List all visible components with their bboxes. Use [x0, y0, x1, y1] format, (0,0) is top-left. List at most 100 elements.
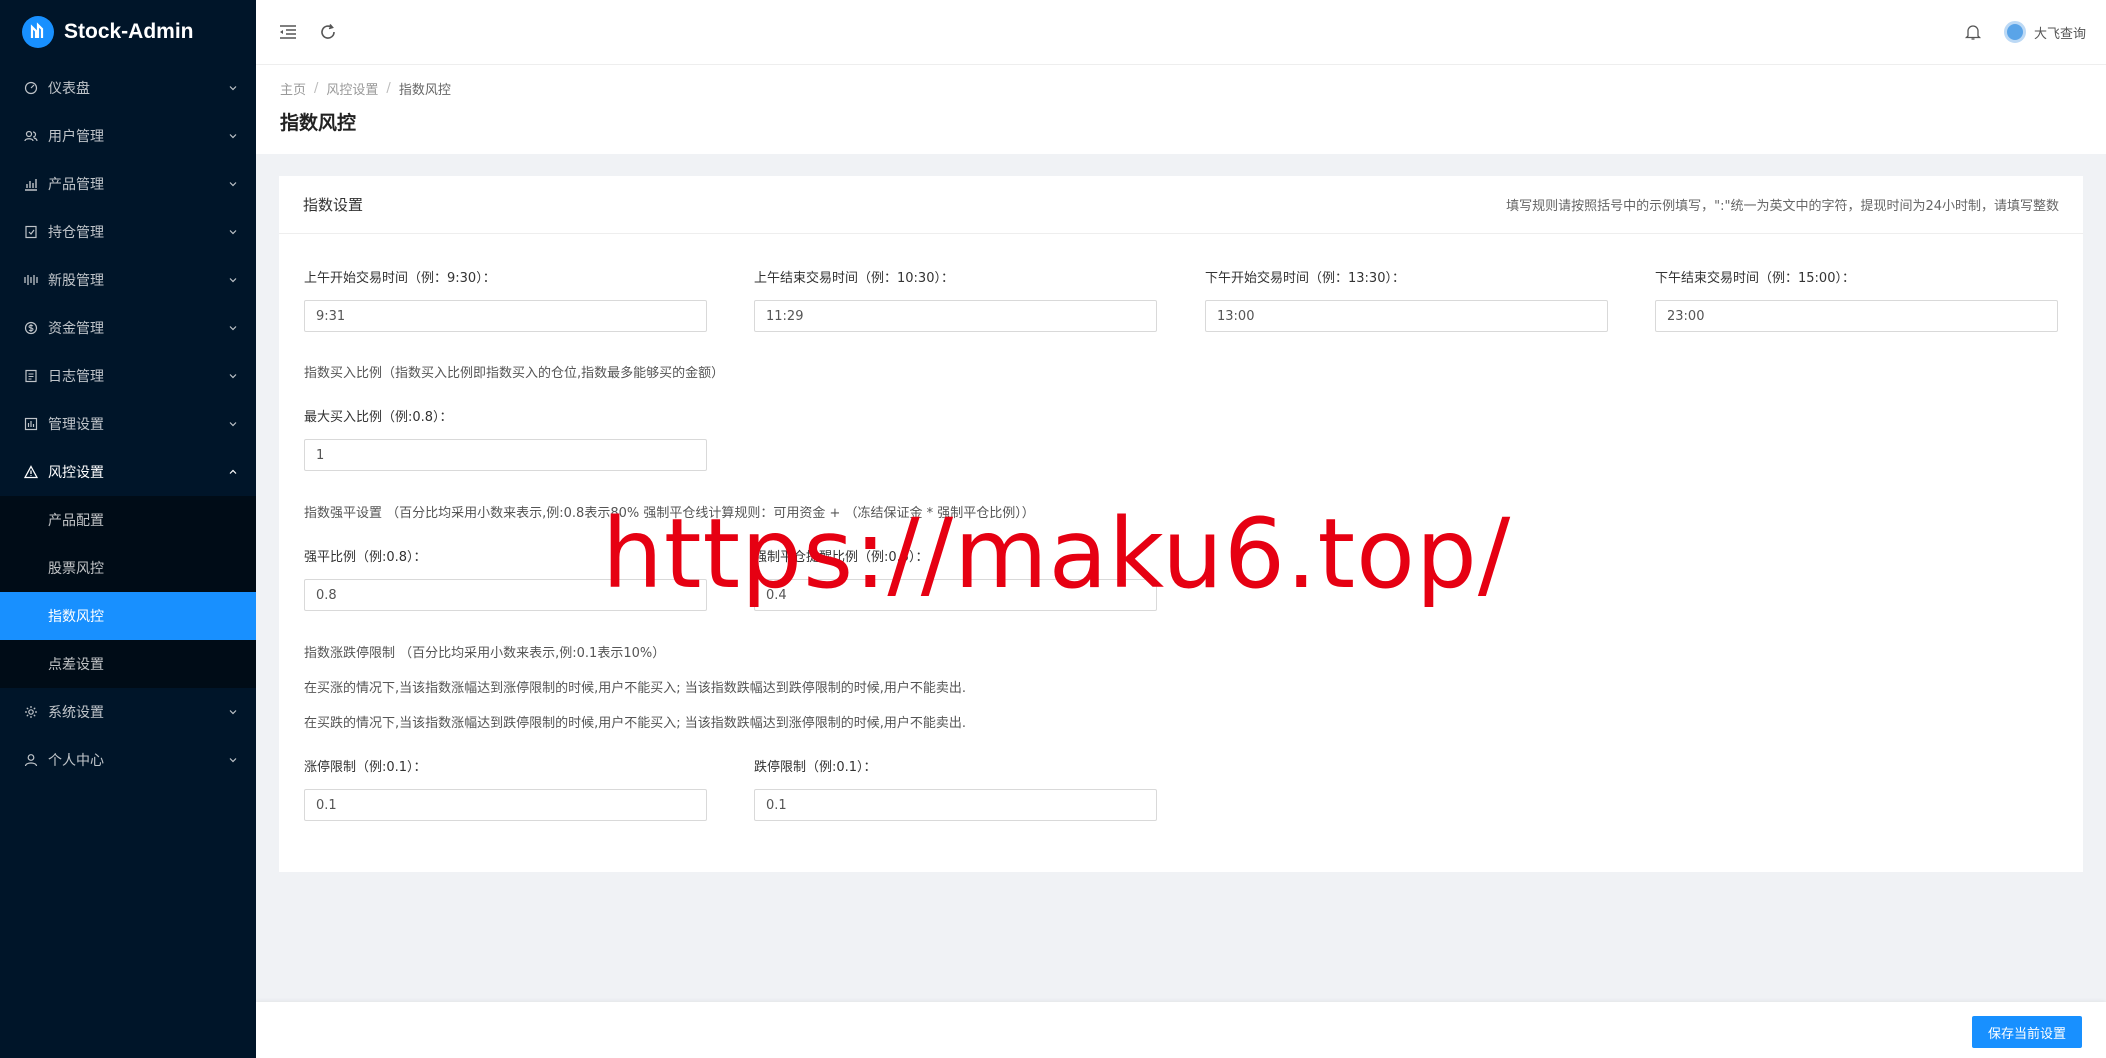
- page-title: 指数风控: [280, 112, 357, 134]
- am-end-input[interactable]: 11:29: [754, 300, 1157, 332]
- sidebar-item-dashboard[interactable]: 仪表盘: [0, 64, 256, 112]
- admin-settings-icon: [24, 417, 38, 431]
- force-ratio-input[interactable]: 0.8: [304, 579, 707, 611]
- breadcrumb: 主页 / 风控设置 / 指数风控: [280, 79, 2106, 98]
- sidebar-item-label: 管理设置: [48, 417, 104, 433]
- max-buy-label: 最大买入比例（例:0.8）：: [304, 410, 453, 425]
- app-title: Stock-Admin: [64, 20, 194, 43]
- chevron-down-icon: [228, 275, 238, 285]
- sidebar-item-label: 股票风控: [48, 561, 104, 577]
- am-end-label: 上午结束交易时间（例：10:30）：: [754, 271, 954, 286]
- sidebar-item-label: 产品管理: [48, 177, 104, 193]
- sidebar-item-risk-settings[interactable]: 风控设置: [0, 448, 256, 496]
- bar-chart-icon: [24, 177, 38, 191]
- force-warn-input[interactable]: 0.4: [754, 579, 1157, 611]
- sidebar-item-users[interactable]: 用户管理: [0, 112, 256, 160]
- sidebar-item-label: 系统设置: [48, 705, 104, 721]
- chevron-down-icon: [228, 707, 238, 717]
- limit-up-label: 涨停限制（例:0.1）：: [304, 760, 427, 775]
- sidebar-item-label: 日志管理: [48, 369, 104, 385]
- sidebar-item-holdings[interactable]: 持仓管理: [0, 208, 256, 256]
- user-name[interactable]: 大飞查询: [2034, 23, 2086, 42]
- chevron-down-icon: [228, 179, 238, 189]
- am-start-label: 上午开始交易时间（例：9:30）：: [304, 271, 496, 286]
- force-warn-label: 强制平仓提醒比例（例:0.5）：: [754, 550, 929, 565]
- pm-end-label: 下午结束交易时间（例：15:00）：: [1655, 271, 1855, 286]
- max-buy-input[interactable]: 1: [304, 439, 707, 471]
- money-icon: [24, 321, 38, 335]
- refresh-icon[interactable]: [318, 22, 338, 42]
- sidebar-item-label: 仪表盘: [48, 81, 90, 97]
- logo-icon: [22, 16, 54, 48]
- sidebar-item-label: 个人中心: [48, 753, 104, 769]
- sidebar-item-ipo[interactable]: 新股管理: [0, 256, 256, 304]
- sidebar-subitem-spread-settings[interactable]: 点差设置: [0, 640, 256, 688]
- chevron-down-icon: [228, 83, 238, 93]
- gear-icon: [24, 705, 38, 719]
- menu-fold-icon[interactable]: [278, 22, 298, 42]
- ipo-icon: [24, 273, 38, 287]
- chevron-down-icon: [228, 227, 238, 237]
- user-icon: [24, 753, 38, 767]
- limit-down-input[interactable]: 0.1: [754, 789, 1157, 821]
- am-start-input[interactable]: 9:31: [304, 300, 707, 332]
- force-close-hint: 指数强平设置 （百分比均采用小数来表示,例:0.8表示80% 强制平仓线计算规则…: [304, 506, 1035, 521]
- warning-icon: [24, 465, 38, 479]
- sidebar-subitem-product-config[interactable]: 产品配置: [0, 496, 256, 544]
- chevron-up-icon: [228, 467, 238, 477]
- sidebar-item-funds[interactable]: 资金管理: [0, 304, 256, 352]
- chevron-down-icon: [228, 323, 238, 333]
- pm-end-input[interactable]: 23:00: [1655, 300, 2058, 332]
- limit-down-label: 跌停限制（例:0.1）：: [754, 760, 877, 775]
- bell-icon[interactable]: [1964, 23, 1982, 41]
- sidebar-item-label: 资金管理: [48, 321, 104, 337]
- sidebar-item-products[interactable]: 产品管理: [0, 160, 256, 208]
- index-settings-card: 指数设置 填写规则请按照括号中的示例填写，":"统一为英文中的字符，提现时间为2…: [279, 176, 2083, 872]
- limit-rule-1: 在买涨的情况下,当该指数涨幅达到涨停限制的时候,用户不能买入; 当该指数跌幅达到…: [304, 681, 967, 696]
- card-title: 指数设置: [303, 196, 364, 214]
- chevron-down-icon: [228, 371, 238, 381]
- breadcrumb-parent[interactable]: 风控设置: [326, 79, 378, 98]
- sidebar-item-logs[interactable]: 日志管理: [0, 352, 256, 400]
- card-header: 指数设置 填写规则请按照括号中的示例填写，":"统一为英文中的字符，提现时间为2…: [279, 176, 2083, 234]
- save-settings-button[interactable]: 保存当前设置: [1971, 1016, 2082, 1048]
- breadcrumb-current: 指数风控: [398, 83, 451, 98]
- sidebar-subitem-stock-risk[interactable]: 股票风控: [0, 544, 256, 592]
- footer-bar: 保存当前设置: [256, 1002, 2106, 1058]
- chevron-down-icon: [228, 131, 238, 141]
- limit-up-input[interactable]: 0.1: [304, 789, 707, 821]
- log-icon: [24, 369, 38, 383]
- sidebar-subitem-index-risk[interactable]: 指数风控: [0, 592, 256, 640]
- chevron-down-icon: [228, 419, 238, 429]
- breadcrumb-home[interactable]: 主页: [280, 79, 306, 98]
- sidebar-menu: 仪表盘 用户管理 产品管理 持仓管理 新股管理 资金管理 日志管理 管理设置 风…: [0, 64, 256, 784]
- sidebar-item-label: 产品配置: [48, 513, 104, 529]
- sidebar-item-label: 持仓管理: [48, 225, 104, 241]
- pm-start-label: 下午开始交易时间（例：13:30）：: [1205, 271, 1405, 286]
- sidebar-item-label: 风控设置: [48, 465, 104, 481]
- force-ratio-label: 强平比例（例:0.8）：: [304, 550, 427, 565]
- limit-hint: 指数涨跌停限制 （百分比均采用小数来表示,例:0.1表示10%）: [304, 646, 666, 661]
- card-note: 填写规则请按照括号中的示例填写，":"统一为英文中的字符，提现时间为24小时制，…: [1506, 199, 2059, 214]
- sidebar: Stock-Admin 仪表盘 用户管理 产品管理 持仓管理 新股管理 资金管理…: [0, 0, 256, 1058]
- risk-submenu: 产品配置 股票风控 指数风控 点差设置: [0, 496, 256, 688]
- sidebar-item-label: 指数风控: [48, 609, 104, 625]
- sidebar-item-label: 新股管理: [48, 273, 104, 289]
- users-icon: [24, 129, 38, 143]
- dashboard-icon: [24, 81, 38, 95]
- sidebar-item-admin-settings[interactable]: 管理设置: [0, 400, 256, 448]
- pm-start-input[interactable]: 13:00: [1205, 300, 1608, 332]
- breadcrumb-separator: /: [314, 81, 319, 96]
- top-header: 大飞查询: [256, 0, 2106, 64]
- buy-ratio-hint: 指数买入比例（指数买入比例即指数买入的仓位,指数最多能够买的金额）: [304, 366, 725, 381]
- app-logo[interactable]: Stock-Admin: [0, 0, 256, 64]
- holdings-icon: [24, 225, 38, 239]
- page-header: 主页 / 风控设置 / 指数风控 指数风控: [256, 64, 2106, 154]
- sidebar-item-system-settings[interactable]: 系统设置: [0, 688, 256, 736]
- header-user-area: 大飞查询: [1964, 21, 2106, 43]
- breadcrumb-separator: /: [386, 81, 391, 96]
- sidebar-item-label: 用户管理: [48, 129, 104, 145]
- sidebar-item-profile[interactable]: 个人中心: [0, 736, 256, 784]
- avatar[interactable]: [2003, 21, 2026, 43]
- limit-rule-2: 在买跌的情况下,当该指数涨幅达到跌停限制的时候,用户不能买入; 当该指数跌幅达到…: [304, 716, 967, 731]
